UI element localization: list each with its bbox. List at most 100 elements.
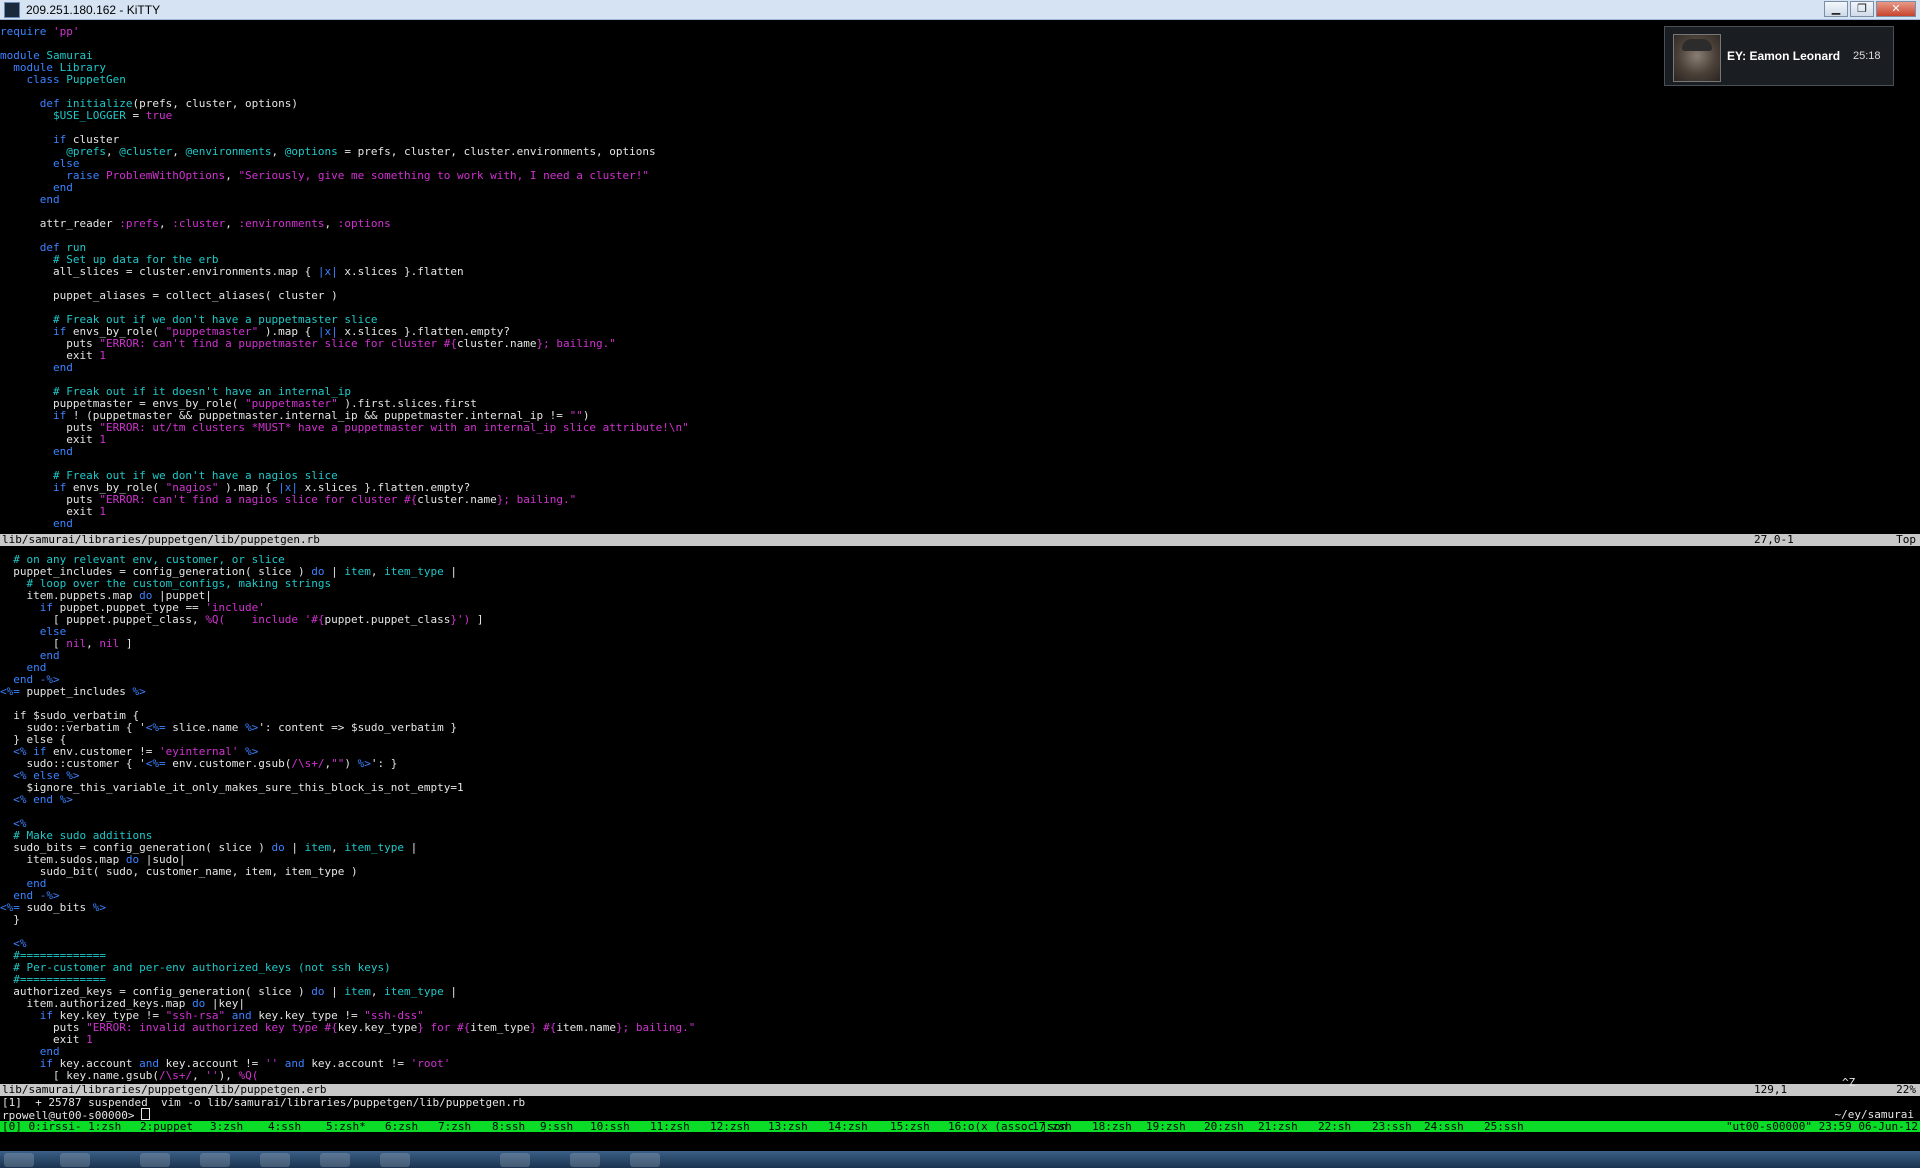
tmux-window-tab[interactable]: 20:zsh	[1204, 1121, 1244, 1132]
code-line[interactable]: end -%>	[0, 674, 1920, 686]
code-line[interactable]: [ puppet.puppet_class, %Q( include '#{pu…	[0, 614, 1920, 626]
code-line[interactable]: sudo_bit( sudo, customer_name, item, ite…	[0, 866, 1920, 878]
code-line[interactable]: # Per-customer and per-env authorized_ke…	[0, 962, 1920, 974]
tmux-window-tab[interactable]: 3:zsh	[210, 1121, 243, 1132]
code-line[interactable]: end	[0, 182, 1920, 194]
start-orb-icon[interactable]	[4, 1153, 34, 1167]
taskbar-app-icon[interactable]	[200, 1153, 230, 1167]
vim-pane-top[interactable]: require 'pp' module Samurai module Libra…	[0, 26, 1920, 534]
tmux-window-tab[interactable]: [0] 0:irssi- 1:zsh	[2, 1121, 121, 1132]
tmux-window-tab[interactable]: 2:puppet	[140, 1121, 193, 1132]
code-line[interactable]: item.puppets.map do |puppet|	[0, 590, 1920, 602]
taskbar-app-icon[interactable]	[500, 1153, 530, 1167]
taskbar-app-icon[interactable]	[570, 1153, 600, 1167]
code-view-puppetgen-rb[interactable]: require 'pp' module Samurai module Libra…	[0, 26, 1920, 530]
tmux-window-tab[interactable]: 22:sh	[1318, 1121, 1351, 1132]
minimize-button[interactable]: ▁	[1824, 1, 1848, 17]
code-line[interactable]: else	[0, 626, 1920, 638]
code-line[interactable]	[0, 38, 1920, 50]
tmux-window-tab[interactable]: 12:zsh	[710, 1121, 750, 1132]
tmux-window-tab[interactable]: 5:zsh*	[326, 1121, 366, 1132]
code-line[interactable]: end -%>	[0, 890, 1920, 902]
code-line[interactable]: sudo_bits = config_generation( slice ) d…	[0, 842, 1920, 854]
code-line[interactable]: @prefs, @cluster, @environments, @option…	[0, 146, 1920, 158]
code-line[interactable]: raise ProblemWithOptions, "Seriously, gi…	[0, 170, 1920, 182]
code-line[interactable]: puts "ERROR: can't find a nagios slice f…	[0, 494, 1920, 506]
code-line[interactable]: [ key.name.gsub(/\s+/, ''), %Q(	[0, 1070, 1920, 1082]
code-line[interactable]: exit 1	[0, 434, 1920, 446]
tmux-window-tab[interactable]: 17:zsh	[1032, 1121, 1072, 1132]
code-line[interactable]: <%= sudo_bits %>	[0, 902, 1920, 914]
code-line[interactable]	[0, 698, 1920, 710]
shell-prompt-line[interactable]: rpowell@ut00-s00000>	[2, 1108, 151, 1122]
tmux-window-tab[interactable]: 21:zsh	[1258, 1121, 1298, 1132]
taskbar-app-icon[interactable]	[320, 1153, 350, 1167]
code-line[interactable]: }	[0, 914, 1920, 926]
code-line[interactable]: class PuppetGen	[0, 74, 1920, 86]
code-line[interactable]: module Samurai	[0, 50, 1920, 62]
code-line[interactable]: <%= puppet_includes %>	[0, 686, 1920, 698]
code-line[interactable]	[0, 806, 1920, 818]
code-line[interactable]: <%	[0, 938, 1920, 950]
code-line[interactable]: exit 1	[0, 506, 1920, 518]
tmux-window-tab[interactable]: 23:ssh	[1372, 1121, 1412, 1132]
code-line[interactable]: end	[0, 662, 1920, 674]
code-line[interactable]	[0, 230, 1920, 242]
taskbar-app-icon[interactable]	[140, 1153, 170, 1167]
code-line[interactable]: end	[0, 362, 1920, 374]
tmux-window-tab[interactable]: 13:zsh	[768, 1121, 808, 1132]
close-button[interactable]: ✕	[1876, 1, 1916, 17]
code-line[interactable]: [ nil, nil ]	[0, 638, 1920, 650]
code-view-puppetgen-erb[interactable]: # on any relevant env, customer, or slic…	[0, 554, 1920, 1082]
taskbar-app-icon[interactable]	[380, 1153, 410, 1167]
code-line[interactable]: puts "ERROR: ut/tm clusters *MUST* have …	[0, 422, 1920, 434]
code-line[interactable]: exit 1	[0, 350, 1920, 362]
taskbar-app-icon[interactable]	[630, 1153, 660, 1167]
tmux-window-tab[interactable]: 9:ssh	[540, 1121, 573, 1132]
code-line[interactable]	[0, 926, 1920, 938]
tmux-window-tab[interactable]: 19:zsh	[1146, 1121, 1186, 1132]
code-line[interactable]: attr_reader :prefs, :cluster, :environme…	[0, 218, 1920, 230]
tmux-window-tab[interactable]: 24:ssh	[1424, 1121, 1464, 1132]
code-line[interactable]: <%	[0, 818, 1920, 830]
tmux-window-tab[interactable]: 14:zsh	[828, 1121, 868, 1132]
code-line[interactable]: sudo::customer { '<%= env.customer.gsub(…	[0, 758, 1920, 770]
vim-pane-bottom[interactable]: # on any relevant env, customer, or slic…	[0, 554, 1920, 1084]
code-line[interactable]: <% end %>	[0, 794, 1920, 806]
code-line[interactable]: if key.account and key.account != '' and…	[0, 1058, 1920, 1070]
code-line[interactable]: puppet_aliases = collect_aliases( cluste…	[0, 290, 1920, 302]
tmux-window-tab[interactable]: 18:zsh	[1092, 1121, 1132, 1132]
tmux-window-tab[interactable]: 25:ssh	[1484, 1121, 1524, 1132]
code-line[interactable]: $USE_LOGGER = true	[0, 110, 1920, 122]
restore-button[interactable]: ❐	[1850, 1, 1874, 17]
code-line[interactable]: module Library	[0, 62, 1920, 74]
taskbar-app-icon[interactable]	[260, 1153, 290, 1167]
code-line[interactable]: end	[0, 446, 1920, 458]
tmux-window-tab[interactable]: 4:ssh	[268, 1121, 301, 1132]
code-line[interactable]: end	[0, 650, 1920, 662]
chat-notification-popup[interactable]: EY: Eamon Leonard 25:18	[1664, 26, 1894, 86]
code-line[interactable]: puts "ERROR: can't find a puppetmaster s…	[0, 338, 1920, 350]
terminal-area[interactable]: require 'pp' module Samurai module Libra…	[0, 20, 1920, 1151]
code-line[interactable]: end	[0, 878, 1920, 890]
code-line[interactable]: def initialize(prefs, cluster, options)	[0, 98, 1920, 110]
tmux-window-tab[interactable]: 15:zsh	[890, 1121, 930, 1132]
code-line[interactable]: end	[0, 194, 1920, 206]
code-line[interactable]: exit 1	[0, 1034, 1920, 1046]
code-line[interactable]: all_slices = cluster.environments.map { …	[0, 266, 1920, 278]
code-line[interactable]: end	[0, 518, 1920, 530]
code-line[interactable]	[0, 122, 1920, 134]
code-line[interactable]: $ignore_this_variable_it_only_makes_sure…	[0, 782, 1920, 794]
code-line[interactable]: require 'pp'	[0, 26, 1920, 38]
tmux-window-tab[interactable]: 6:zsh	[385, 1121, 418, 1132]
tmux-window-tab[interactable]: 10:ssh	[590, 1121, 630, 1132]
taskbar-app-icon[interactable]	[60, 1153, 90, 1167]
code-line[interactable]: # loop over the custom_configs, making s…	[0, 578, 1920, 590]
code-line[interactable]: puts "ERROR: invalid authorized key type…	[0, 1022, 1920, 1034]
tmux-window-tab[interactable]: 8:ssh	[492, 1121, 525, 1132]
tmux-window-tab[interactable]: 11:zsh	[650, 1121, 690, 1132]
code-line[interactable]: def run	[0, 242, 1920, 254]
code-line[interactable]: } else {	[0, 734, 1920, 746]
tmux-window-tab[interactable]: 7:zsh	[438, 1121, 471, 1132]
code-line[interactable]: sudo::verbatim { '<%= slice.name %>': co…	[0, 722, 1920, 734]
